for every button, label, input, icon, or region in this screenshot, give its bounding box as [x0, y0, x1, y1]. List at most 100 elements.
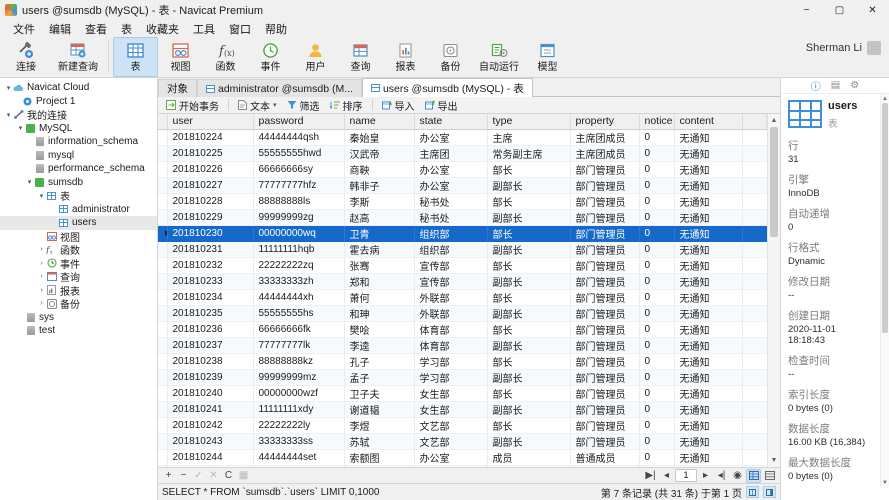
cell-notice[interactable]: 0	[639, 337, 675, 354]
account-area[interactable]: Sherman Li	[806, 37, 889, 55]
cell-notice[interactable]: 0	[639, 385, 675, 402]
table-row[interactable]: 201810243 33333333ss 苏轼 文艺部 副部长 部门管理员 0 无通知	[158, 433, 767, 450]
table-row[interactable]: 201810225 55555555hwd 汉武帝 主席团 常务副主席 主席团成员 0 无通知	[158, 145, 767, 162]
cell-property[interactable]: 主席团成员	[570, 145, 640, 162]
cell-name[interactable]: 秦始皇	[344, 129, 415, 146]
cell-property[interactable]: 普通成员	[570, 449, 640, 466]
chevron-right-icon[interactable]: ›	[37, 246, 46, 253]
cell-property[interactable]: 部门管理员	[570, 209, 640, 226]
table-row[interactable]: 201810224 44444444qsh 秦始皇 办公室 主席 主席团成员 0 无通知	[158, 129, 767, 146]
table-row[interactable]: 201810230 00000000wq 卫青 组织部 部长 部门管理员 0 无通知	[158, 225, 767, 242]
first-page-button[interactable]: ▶|	[643, 469, 658, 483]
prev-page-button[interactable]: ◂	[659, 469, 674, 483]
sidebar-item-project-1[interactable]: Project 1	[0, 95, 157, 109]
cell-content[interactable]: 无通知	[674, 161, 743, 178]
sidebar-tree[interactable]: ▾ Navicat Cloud Project 1 ▾ 我的连接 ▾ MySQL…	[0, 78, 158, 500]
cell-content[interactable]: 无通知	[674, 305, 743, 322]
cell-content[interactable]: 无通知	[674, 129, 743, 146]
menu-item-file[interactable]: 文件	[6, 20, 42, 38]
toolbar-button-user[interactable]: 用户	[293, 37, 338, 77]
cell-user[interactable]: 201810240	[167, 385, 254, 402]
scroll-thumb[interactable]	[770, 127, 778, 237]
cell-type[interactable]: 部长	[487, 289, 571, 306]
cell-notice[interactable]: 0	[639, 465, 675, 467]
cell-content[interactable]: 无通知	[674, 385, 743, 402]
scroll-track[interactable]	[768, 127, 780, 454]
cell-password[interactable]: 99999999zg	[253, 209, 345, 226]
table-row[interactable]: 201810234 44444444xh 萧何 外联部 部长 部门管理员 0 无通知	[158, 289, 767, 306]
sidebar-item-backups-folder[interactable]: › 备份	[0, 297, 157, 311]
row-indicator[interactable]	[158, 465, 168, 467]
remove-record-button[interactable]: −	[176, 469, 191, 483]
chevron-down-icon[interactable]: ▾	[4, 111, 13, 119]
cell-user[interactable]: 201810239	[167, 369, 254, 386]
scroll-track[interactable]	[881, 103, 889, 478]
sidebar-item-sys[interactable]: sys	[0, 311, 157, 325]
cell-notice[interactable]: 0	[639, 241, 675, 258]
cell-notice[interactable]: 0	[639, 193, 675, 210]
cell-content[interactable]: 无通知	[674, 353, 743, 370]
row-indicator[interactable]	[158, 321, 168, 338]
cell-password[interactable]: 44444444xh	[253, 289, 345, 306]
row-indicator[interactable]	[158, 209, 168, 226]
cell-property[interactable]: 部门管理员	[570, 337, 640, 354]
cell-name[interactable]: 索额图	[344, 449, 415, 466]
sidebar-item-information-schema[interactable]: information_schema	[0, 135, 157, 149]
cell-notice[interactable]: 0	[639, 433, 675, 450]
cell-name[interactable]: 和珅	[344, 305, 415, 322]
cancel-change-button[interactable]: ✕	[206, 469, 221, 483]
page-number-input[interactable]: 1	[675, 469, 697, 482]
row-indicator[interactable]	[158, 369, 168, 386]
cell-notice[interactable]: 0	[639, 129, 675, 146]
cell-type[interactable]: 副部长	[487, 273, 571, 290]
sidebar-item-navicat-cloud[interactable]: ▾ Navicat Cloud	[0, 81, 157, 95]
cell-name[interactable]: 樊哙	[344, 321, 415, 338]
cell-property[interactable]: 部门管理员	[570, 225, 640, 242]
row-indicator[interactable]	[158, 337, 168, 354]
cell-type[interactable]: 副部长	[487, 433, 571, 450]
sidebar-item-views-folder[interactable]: 视图	[0, 230, 157, 244]
cell-notice[interactable]: 0	[639, 161, 675, 178]
sidebar-item-events-folder[interactable]: › 事件	[0, 257, 157, 271]
cell-password[interactable]: 00000000wq	[253, 225, 345, 242]
cell-content[interactable]: 无通知	[674, 337, 743, 354]
cell-notice[interactable]: 0	[639, 321, 675, 338]
cell-password[interactable]: 77777777lk	[253, 337, 345, 354]
cell-state[interactable]: 组织部	[414, 241, 488, 258]
table-row[interactable]: 201810229 99999999zg 赵高 秘书处 副部长 部门管理员 0 无通知	[158, 209, 767, 226]
cell-property[interactable]: 部门管理员	[570, 417, 640, 434]
chevron-right-icon[interactable]: ›	[37, 260, 46, 267]
cell-type[interactable]: 副部长	[487, 337, 571, 354]
cell-content[interactable]: 无通知	[674, 321, 743, 338]
column-header-type[interactable]: type	[487, 114, 571, 130]
cell-type[interactable]: 部长	[487, 385, 571, 402]
cell-property[interactable]: 主席团成员	[570, 129, 640, 146]
cell-property[interactable]: 部门管理员	[570, 305, 640, 322]
scroll-down-icon[interactable]: ▼	[881, 478, 889, 487]
row-indicator[interactable]	[158, 145, 168, 162]
cell-notice[interactable]: 0	[639, 225, 675, 242]
tab-administrator[interactable]: administrator @sumsdb (M...	[197, 79, 362, 97]
sidebar-item-performance-schema[interactable]: performance_schema	[0, 162, 157, 176]
cell-property[interactable]: 部门管理员	[570, 385, 640, 402]
menu-item-tools[interactable]: 工具	[186, 20, 222, 38]
cell-password[interactable]: 44444444set	[253, 449, 345, 466]
tab-objects[interactable]: 对象	[158, 79, 197, 97]
cell-notice[interactable]: 0	[639, 417, 675, 434]
cell-password[interactable]: 33333333zh	[253, 273, 345, 290]
cell-password[interactable]: 55555555lhz	[253, 465, 345, 467]
cell-name[interactable]: 商鞅	[344, 161, 415, 178]
menu-item-edit[interactable]: 编辑	[42, 20, 78, 38]
cell-type[interactable]: 副部长	[487, 369, 571, 386]
cell-property[interactable]: 部门管理员	[570, 353, 640, 370]
sidebar-item-mysql[interactable]: ▾ MySQL	[0, 122, 157, 136]
table-row[interactable]: 201810227 77777777hfz 韩非子 办公室 副部长 部门管理员 0 无通知	[158, 177, 767, 194]
cell-type[interactable]: 部长	[487, 161, 571, 178]
tab-users[interactable]: users @sumsdb (MySQL) - 表	[361, 78, 533, 97]
sidebar-item-test[interactable]: test	[0, 324, 157, 338]
cell-content[interactable]: 无通知	[674, 449, 743, 466]
grid-vertical-scrollbar[interactable]: ▲ ▼	[767, 114, 780, 467]
cell-password[interactable]: 99999999mz	[253, 369, 345, 386]
cell-notice[interactable]: 0	[639, 257, 675, 274]
row-indicator[interactable]	[158, 385, 168, 402]
